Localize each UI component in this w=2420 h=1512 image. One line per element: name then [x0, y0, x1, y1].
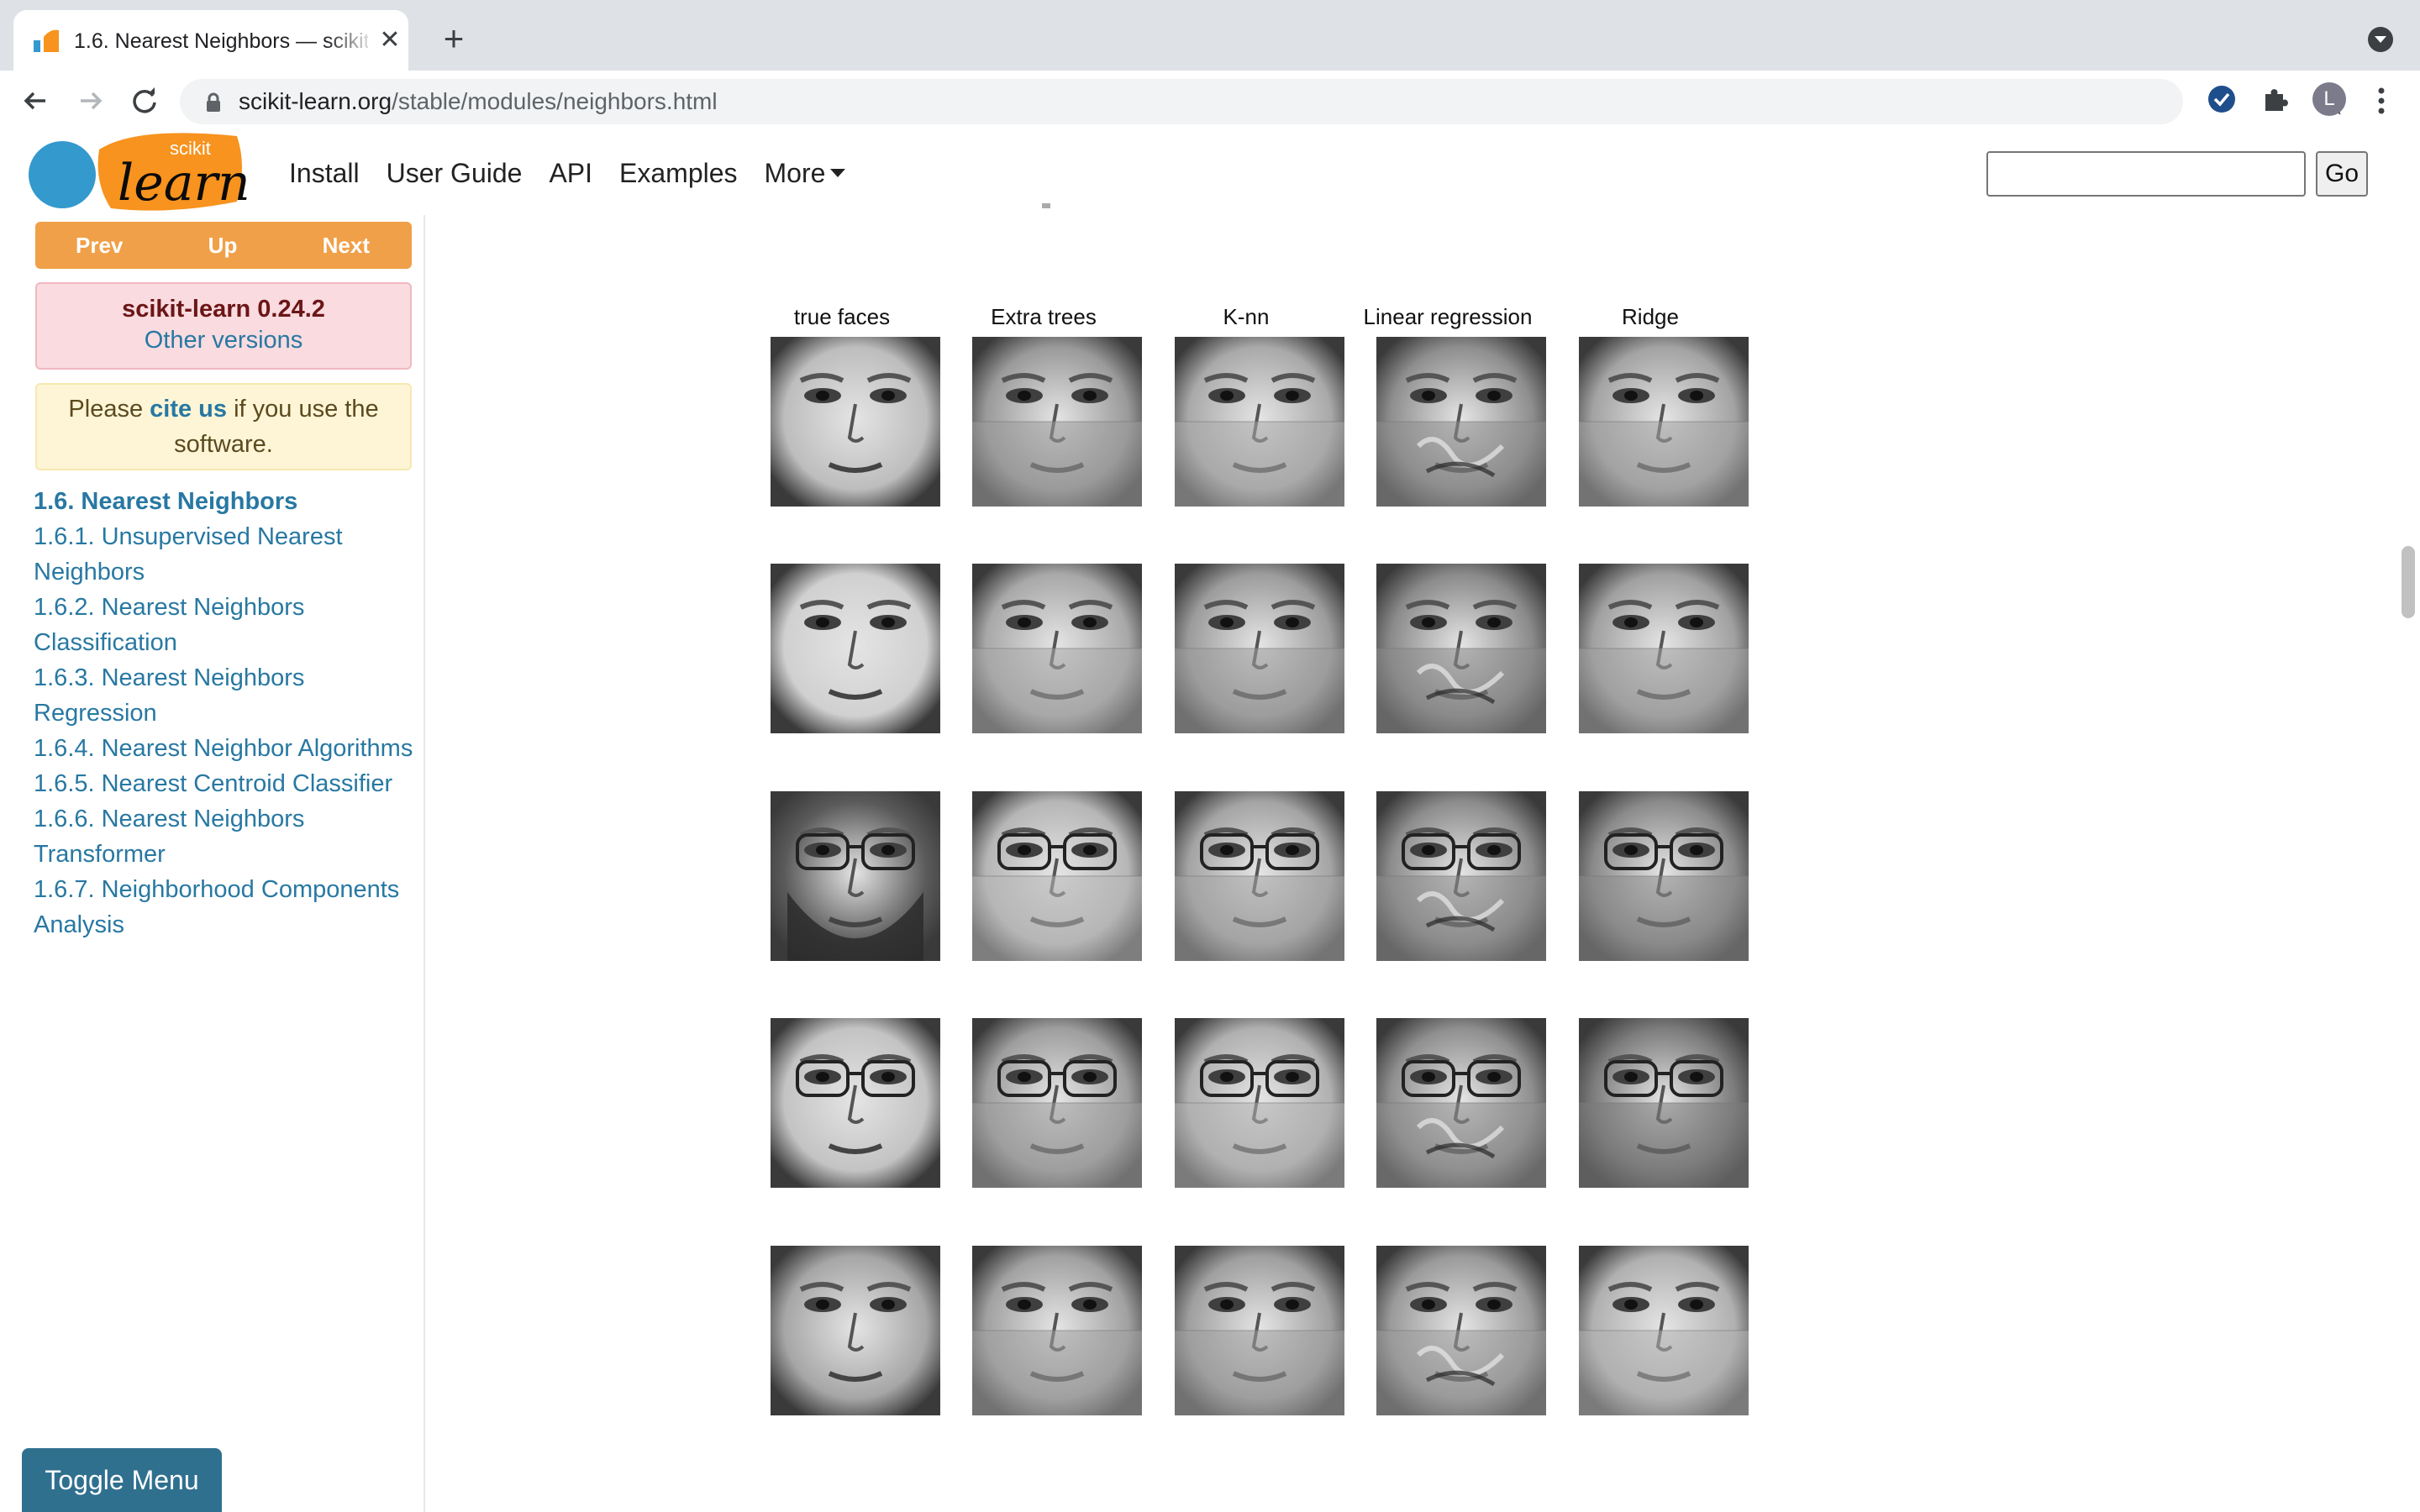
- face-image: [1579, 791, 1749, 961]
- back-icon[interactable]: [18, 84, 52, 118]
- face-image: [1376, 337, 1546, 507]
- nav-more-dropdown[interactable]: More: [765, 156, 846, 190]
- face-image: [1175, 791, 1344, 961]
- cut-off-content: [1042, 203, 1050, 208]
- pager: Prev Up Next: [35, 222, 412, 269]
- version-box: scikit-learn 0.24.2 Other versions: [35, 282, 412, 370]
- page-scrollbar[interactable]: [2402, 546, 2415, 618]
- face-image: [972, 564, 1142, 733]
- cite-prefix: Please: [68, 396, 150, 423]
- next-link[interactable]: Next: [323, 233, 370, 259]
- up-link[interactable]: Up: [208, 233, 238, 259]
- face-image: [771, 337, 940, 507]
- face-image: [1376, 1246, 1546, 1415]
- toc-item[interactable]: 1.6.3. Nearest Neighbors Regression: [34, 660, 417, 731]
- toc-item[interactable]: 1.6.4. Nearest Neighbor Algorithms: [34, 731, 417, 766]
- toc-item[interactable]: 1.6.7. Neighborhood Components Analysis: [34, 872, 417, 942]
- scikit-learn-logo[interactable]: scikit learn: [27, 133, 254, 213]
- address-bar[interactable]: scikit-learn.org/stable/modules/neighbor…: [180, 79, 2345, 124]
- reload-icon[interactable]: [128, 84, 161, 118]
- browser-tab[interactable]: 1.6. Nearest Neighbors — scikit-learn 0.…: [13, 10, 408, 71]
- face-image: [1579, 1018, 1749, 1188]
- face-image: [771, 791, 940, 961]
- face-image: [1175, 1018, 1344, 1188]
- face-image: [1579, 564, 1749, 733]
- profile-avatar[interactable]: L: [2312, 82, 2346, 116]
- tab-strip: 1.6. Nearest Neighbors — scikit-learn 0.…: [0, 0, 2420, 71]
- tab-search-icon[interactable]: [2368, 27, 2393, 52]
- toc-item[interactable]: 1.6.1. Unsupervised Nearest Neighbors: [34, 519, 417, 590]
- face-image: [1376, 791, 1546, 961]
- logo-learn-text: learn: [118, 154, 250, 213]
- face-image: [1376, 1018, 1546, 1188]
- prev-link[interactable]: Prev: [76, 233, 123, 259]
- face-image: [972, 337, 1142, 507]
- url-path: /stable/modules/neighbors.html: [392, 88, 718, 114]
- face-image: [1175, 564, 1344, 733]
- close-tab-icon[interactable]: ✕: [376, 27, 403, 54]
- column-title: Ridge: [1622, 304, 1679, 329]
- face-image: [1579, 337, 1749, 507]
- browser-menu-icon[interactable]: [2373, 84, 2390, 118]
- cite-us-link[interactable]: cite us: [150, 396, 227, 423]
- face-image: [972, 791, 1142, 961]
- extension-check-icon[interactable]: [2205, 82, 2238, 116]
- column-title: K-nn: [1223, 304, 1270, 329]
- face-image: [1175, 1246, 1344, 1415]
- face-image: [771, 1018, 940, 1188]
- other-versions-link[interactable]: Other versions: [37, 324, 410, 356]
- toc-item[interactable]: 1.6.5. Nearest Centroid Classifier: [34, 766, 417, 801]
- nav-user-guide-link[interactable]: User Guide: [387, 156, 523, 190]
- version-title: scikit-learn 0.24.2: [122, 296, 325, 323]
- nav-examples-link[interactable]: Examples: [619, 156, 738, 190]
- toc-item[interactable]: 1.6.6. Nearest Neighbors Transformer: [34, 801, 417, 872]
- face-image: [972, 1246, 1142, 1415]
- nav-install-link[interactable]: Install: [289, 156, 360, 190]
- url-host: scikit-learn.org: [239, 88, 392, 114]
- column-title: Linear regression: [1363, 304, 1533, 329]
- go-button[interactable]: Go: [2316, 151, 2368, 197]
- site-navbar: scikit learn Install User Guide API Exam…: [0, 133, 2420, 215]
- column-title: Extra trees: [991, 304, 1097, 329]
- url-text: scikit-learn.org/stable/modules/neighbor…: [239, 87, 718, 116]
- forward-icon[interactable]: [74, 84, 108, 118]
- scikit-favicon-icon: [34, 29, 59, 52]
- lock-icon: [207, 92, 220, 112]
- face-image: [1579, 1246, 1749, 1415]
- table-of-contents: 1.6. Nearest Neighbors 1.6.1. Unsupervis…: [34, 484, 417, 942]
- browser-toolbar: scikit-learn.org/stable/modules/neighbor…: [0, 71, 2420, 134]
- caret-down-icon: [830, 168, 846, 177]
- cite-box: Please cite us if you use the software.: [35, 383, 412, 470]
- face-image: [771, 564, 940, 733]
- nav-api-link[interactable]: API: [549, 156, 592, 190]
- toc-item[interactable]: 1.6. Nearest Neighbors: [34, 484, 417, 519]
- sidebar: Prev Up Next scikit-learn 0.24.2 Other v…: [0, 215, 425, 1512]
- nav-more-label: More: [764, 158, 826, 188]
- tab-title: 1.6. Nearest Neighbors — scikit-learn 0.…: [74, 29, 368, 53]
- face-image: [771, 1246, 940, 1415]
- search-input[interactable]: [1986, 151, 2306, 197]
- face-image: [1175, 337, 1344, 507]
- tab-title-fade: [326, 22, 376, 59]
- nav-links: Install User Guide API Examples More: [289, 156, 872, 190]
- extensions-puzzle-icon[interactable]: [2259, 82, 2292, 116]
- column-title: true faces: [793, 304, 891, 329]
- face-image: [1376, 564, 1546, 733]
- new-tab-button[interactable]: +: [437, 21, 471, 56]
- face-image: [972, 1018, 1142, 1188]
- toggle-menu-button[interactable]: Toggle Menu: [22, 1448, 222, 1512]
- toc-item[interactable]: 1.6.2. Nearest Neighbors Classification: [34, 590, 417, 660]
